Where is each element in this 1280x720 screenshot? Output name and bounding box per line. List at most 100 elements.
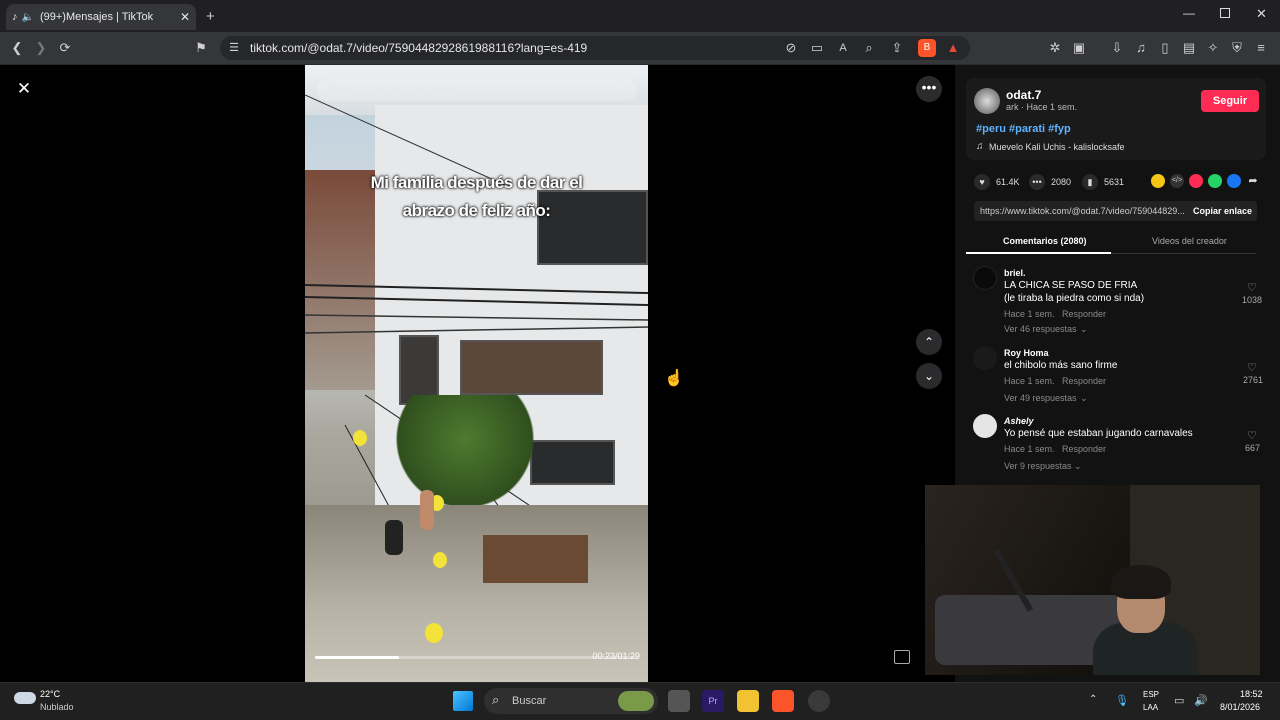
brave-taskbar-icon[interactable] (772, 690, 794, 712)
taskbar-search-label[interactable]: Buscar (512, 695, 546, 707)
related-search-input[interactable]: Buscar contenido relacionado (317, 79, 637, 101)
avatar[interactable] (973, 266, 997, 290)
cast-icon[interactable]: ⊘ (782, 39, 800, 57)
premiere-icon[interactable]: Pr (702, 690, 724, 712)
maximize-button[interactable] (1220, 8, 1230, 18)
wallet-icon[interactable]: ▤ (1180, 39, 1198, 57)
close-window-button[interactable]: ✕ (1256, 6, 1267, 22)
balloon (353, 430, 367, 446)
follow-button[interactable]: Seguir (1201, 90, 1259, 112)
download-icon[interactable]: ⇩ (1108, 39, 1126, 57)
comment-icon[interactable]: ••• (1029, 174, 1045, 190)
comment-like-icon[interactable]: ♡ (1247, 361, 1257, 374)
send-icon[interactable] (1189, 174, 1203, 188)
menu-icon[interactable]: ≡ (1252, 39, 1270, 57)
reply-button[interactable]: Responder (1062, 444, 1106, 454)
minimize-button[interactable]: — (1183, 6, 1195, 20)
install-icon[interactable]: ▭ (808, 39, 826, 57)
task-view-icon[interactable] (668, 690, 690, 712)
tab-tiktok[interactable]: ♪ 🔈 (99+)Mensajes | TikTok ✕ (6, 4, 196, 30)
save-stat[interactable]: ▮ 5631 (1082, 174, 1124, 190)
weather-temp[interactable]: 22°C (40, 689, 60, 699)
sidebar-icon[interactable]: ▯ (1156, 39, 1174, 57)
media-icon[interactable]: ♫ (1132, 39, 1150, 57)
share-page-icon[interactable]: ⇪ (888, 39, 906, 57)
app-icon[interactable] (808, 690, 830, 712)
reply-button[interactable]: Responder (1062, 309, 1106, 319)
volume-icon[interactable]: 🔊 (1194, 694, 1208, 707)
heart-icon[interactable]: ♥ (974, 174, 990, 190)
translate-icon[interactable]: A (834, 39, 852, 57)
windows-start-icon[interactable] (453, 691, 473, 711)
like-stat[interactable]: ♥ 61.4K (974, 174, 1020, 190)
new-tab-button[interactable]: + (206, 8, 215, 25)
video-player[interactable]: Buscar contenido relacionado ⌕ Mi famili… (305, 65, 648, 682)
file-explorer-icon[interactable] (737, 690, 759, 712)
view-replies-button[interactable]: Ver 49 respuestas (1004, 393, 1077, 403)
close-tab-icon[interactable]: ✕ (180, 10, 190, 24)
share-link[interactable]: https://www.tiktok.com/@odat.7/video/759… (980, 206, 1185, 216)
reply-button[interactable]: Responder (1062, 376, 1106, 386)
chevron-down-icon[interactable]: ⌄ (1080, 393, 1088, 404)
share-arrow-icon[interactable]: ➦ (1246, 174, 1260, 188)
music-title[interactable]: Muevelo Kali Uchis - kalislocksafe (989, 142, 1125, 152)
bookmark-icon[interactable]: ⚑ (192, 39, 210, 57)
chevron-down-icon[interactable]: ⌄ (1074, 461, 1082, 472)
weather-desc[interactable]: Nublado (40, 702, 74, 712)
url-text[interactable]: tiktok.com/@odat.7/video/759044829286198… (250, 41, 587, 55)
extensions-icon[interactable]: ✲ (1046, 39, 1064, 57)
search-icon[interactable]: ⌕ (492, 692, 499, 708)
bookmark-save-icon[interactable]: ▮ (1082, 174, 1098, 190)
tiktok-icon: ♪ (12, 11, 18, 23)
progress-track[interactable] (315, 656, 638, 659)
next-video-button[interactable]: ⌄ (916, 363, 942, 389)
network-icon[interactable]: ▭ (1174, 694, 1184, 707)
close-video-button[interactable]: ✕ (11, 76, 37, 102)
comment-author[interactable]: Ashely (1004, 416, 1034, 426)
clock-date[interactable]: 8/01/2026 (1220, 702, 1260, 712)
view-replies-button[interactable]: Ver 46 respuestas (1004, 324, 1077, 334)
facebook-icon[interactable] (1227, 174, 1241, 188)
tab-search-icon[interactable]: ▣ (1070, 39, 1088, 57)
back-icon[interactable]: ❮ (8, 39, 26, 57)
comment-author[interactable]: Roy Homa (1004, 348, 1049, 358)
search-icon[interactable]: ⌕ (617, 82, 624, 97)
site-info-icon[interactable]: ☰ (225, 39, 243, 57)
chevron-up-icon[interactable]: ⌃ (1089, 694, 1097, 705)
tab-creator-videos[interactable]: Videos del creador (1152, 236, 1227, 246)
hashtags[interactable]: #peru #parati #fyp (976, 123, 1071, 135)
mic-icon[interactable]: 🎙 (1115, 694, 1129, 707)
leo-icon[interactable]: ✧ (1204, 39, 1222, 57)
avatar[interactable] (973, 414, 997, 438)
person (385, 520, 403, 555)
chevron-down-icon[interactable]: ⌄ (1080, 324, 1088, 335)
input-lang[interactable]: ESP (1143, 690, 1159, 699)
input-layout[interactable]: LAA (1143, 703, 1158, 712)
more-options-icon[interactable]: ••• (916, 76, 942, 102)
comment-stat[interactable]: ••• 2080 (1029, 174, 1071, 190)
share-friends-icon[interactable] (1151, 174, 1165, 188)
embed-icon[interactable]: </> (1170, 174, 1184, 188)
comment-like-icon[interactable]: ♡ (1247, 429, 1257, 442)
comment-like-count: 667 (1245, 443, 1261, 453)
view-replies-button[interactable]: Ver 9 respuestas (1004, 461, 1072, 471)
copy-link-button[interactable]: Copiar enlace (1193, 206, 1252, 216)
avatar[interactable] (973, 346, 997, 370)
creator-username[interactable]: odat.7 (1006, 88, 1041, 102)
webcam-overlay (925, 485, 1260, 675)
mute-icon[interactable]: 🔈 (22, 12, 34, 23)
comment-author[interactable]: briel. (1004, 268, 1026, 278)
clock-time[interactable]: 18:52 (1240, 689, 1263, 699)
tab-comments[interactable]: Comentarios (2080) (1003, 236, 1087, 246)
whatsapp-icon[interactable] (1208, 174, 1222, 188)
previous-video-button[interactable]: ⌃ (916, 329, 942, 355)
vpn-icon[interactable]: ⛨ (1228, 39, 1246, 57)
pip-icon[interactable] (894, 650, 910, 664)
brave-shields-icon[interactable]: B (918, 39, 936, 57)
comment-like-icon[interactable]: ♡ (1247, 281, 1257, 294)
reload-icon[interactable]: ⟳ (56, 39, 74, 57)
creator-avatar[interactable] (974, 88, 1000, 114)
brave-rewards-icon[interactable]: ▲ (944, 39, 962, 57)
zoom-icon[interactable]: ⌕ (860, 39, 878, 57)
forward-icon[interactable]: ❯ (32, 39, 50, 57)
